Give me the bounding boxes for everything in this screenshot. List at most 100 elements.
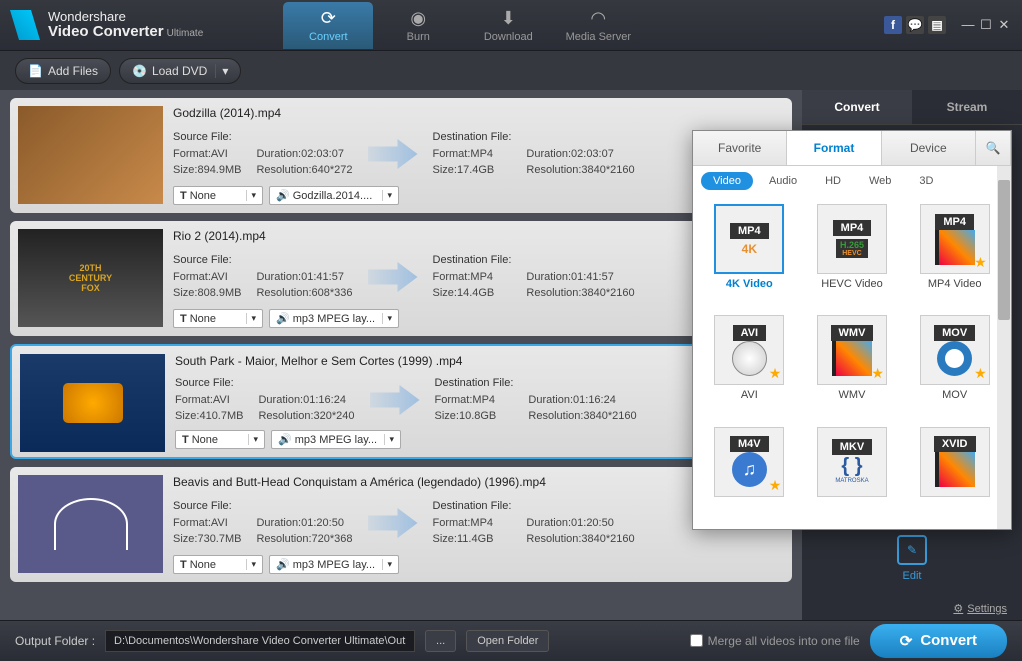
subtab-video[interactable]: Video bbox=[701, 172, 753, 190]
file-thumbnail[interactable] bbox=[18, 475, 163, 573]
nav-media-server[interactable]: ◠Media Server bbox=[553, 2, 643, 49]
main-nav: ⟳Convert ◉Burn ⬇Download ◠Media Server bbox=[283, 2, 643, 49]
edit-icon[interactable]: ✎ bbox=[897, 535, 927, 565]
format-label: AVI bbox=[701, 389, 798, 401]
file-card[interactable]: Beavis and Butt-Head Conquistam a Améric… bbox=[10, 467, 792, 582]
add-files-icon: 📄 bbox=[28, 64, 43, 78]
star-icon: ★ bbox=[769, 365, 782, 382]
source-info: Source File: Format:AVI Size:894.9MB bbox=[173, 129, 241, 179]
format-icon: MKV { }MATROSKA bbox=[817, 427, 887, 497]
settings-link[interactable]: ⚙ Settings bbox=[802, 597, 1022, 620]
format-label: MP4 Video bbox=[906, 278, 1003, 290]
dest-info: Destination File: Format:MP4 Size:11.4GB bbox=[433, 498, 512, 548]
nav-convert[interactable]: ⟳Convert bbox=[283, 2, 373, 49]
facebook-icon[interactable]: f bbox=[884, 16, 902, 34]
format-label: HEVC Video bbox=[804, 278, 901, 290]
file-card[interactable]: Godzilla (2014).mp4 Source File: Format:… bbox=[10, 98, 792, 213]
browse-button[interactable]: ... bbox=[425, 630, 456, 652]
audio-dropdown[interactable]: 🔊 mp3 MPEG lay...▾ bbox=[269, 555, 399, 574]
format-label: WMV bbox=[804, 389, 901, 401]
audio-dropdown[interactable]: 🔊 Godzilla.2014....▾ bbox=[269, 186, 399, 205]
subtitle-dropdown[interactable]: T None▾ bbox=[173, 309, 263, 328]
gear-icon: ⚙ bbox=[953, 602, 963, 615]
arrow-icon bbox=[368, 508, 418, 538]
subtab-hd[interactable]: HD bbox=[813, 172, 853, 190]
format-item[interactable]: MKV { }MATROSKA bbox=[804, 427, 901, 518]
source-info: Source File: Format:AVI Size:410.7MB bbox=[175, 375, 243, 425]
file-thumbnail[interactable] bbox=[18, 106, 163, 204]
file-card[interactable]: South Park - Maior, Melhor e Sem Cortes … bbox=[10, 344, 792, 459]
scrollbar-thumb[interactable] bbox=[998, 180, 1010, 320]
format-item[interactable]: XVID bbox=[906, 427, 1003, 518]
dest-info-2: Duration:01:41:57 Resolution:3840*2160 bbox=[526, 252, 634, 302]
format-item[interactable]: MP4 4K 4K Video bbox=[701, 204, 798, 307]
file-name: South Park - Maior, Melhor e Sem Cortes … bbox=[175, 354, 782, 368]
popup-tab-format[interactable]: Format bbox=[787, 131, 881, 165]
popup-tab-device[interactable]: Device bbox=[882, 131, 976, 165]
convert-button[interactable]: ⟳ Convert bbox=[870, 624, 1007, 658]
format-icon: XVID bbox=[920, 427, 990, 497]
star-icon: ★ bbox=[871, 365, 884, 382]
format-label: 4K Video bbox=[701, 278, 798, 290]
format-item[interactable]: MP4 H.265HEVC HEVC Video bbox=[804, 204, 901, 307]
maximize-button[interactable]: ☐ bbox=[978, 17, 994, 33]
arrow-icon bbox=[368, 139, 418, 169]
sidebar-tab-convert[interactable]: Convert bbox=[802, 90, 912, 125]
subtab-audio[interactable]: Audio bbox=[757, 172, 809, 190]
format-item[interactable]: M4V ♫ ★ bbox=[701, 427, 798, 518]
merge-checkbox-input[interactable] bbox=[690, 634, 703, 647]
dest-info: Destination File: Format:MP4 Size:14.4GB bbox=[433, 252, 512, 302]
merge-checkbox[interactable]: Merge all videos into one file bbox=[690, 634, 860, 648]
format-item[interactable]: AVI ★ AVI bbox=[701, 315, 798, 418]
subtab-3d[interactable]: 3D bbox=[907, 172, 945, 190]
arrow-icon bbox=[370, 385, 420, 415]
open-folder-button[interactable]: Open Folder bbox=[466, 630, 549, 652]
add-files-button[interactable]: 📄 Add Files bbox=[15, 58, 111, 84]
menu-icon[interactable]: ▤ bbox=[928, 16, 946, 34]
subtitle-dropdown[interactable]: T None▾ bbox=[173, 555, 263, 574]
star-icon: ★ bbox=[769, 477, 782, 494]
subtab-web[interactable]: Web bbox=[857, 172, 903, 190]
minimize-button[interactable]: — bbox=[960, 17, 976, 33]
close-button[interactable]: ✕ bbox=[996, 17, 1012, 33]
subtitle-dropdown[interactable]: T None▾ bbox=[175, 430, 265, 449]
subtitle-dropdown[interactable]: T None▾ bbox=[173, 186, 263, 205]
file-thumbnail[interactable] bbox=[20, 354, 165, 452]
scrollbar[interactable] bbox=[997, 166, 1011, 529]
dest-info: Destination File: Format:MP4 Size:17.4GB bbox=[433, 129, 512, 179]
format-item[interactable]: MP4 ★ MP4 Video bbox=[906, 204, 1003, 307]
format-icon: MP4 4K bbox=[714, 204, 784, 274]
burn-icon: ◉ bbox=[373, 8, 463, 29]
dest-info-2: Duration:01:16:24 Resolution:3840*2160 bbox=[528, 375, 636, 425]
popup-search-button[interactable]: 🔍 bbox=[976, 131, 1011, 165]
sidebar-tab-stream[interactable]: Stream bbox=[912, 90, 1022, 125]
load-dvd-button[interactable]: 💿 Load DVD ▾ bbox=[119, 58, 241, 84]
file-thumbnail[interactable]: 20THCENTURYFOX bbox=[18, 229, 163, 327]
nav-download[interactable]: ⬇Download bbox=[463, 2, 553, 49]
arrow-icon bbox=[368, 262, 418, 292]
titlebar: Wondershare Video ConverterUltimate ⟳Con… bbox=[0, 0, 1022, 50]
format-item[interactable]: MOV ★ MOV bbox=[906, 315, 1003, 418]
format-icon: WMV ★ bbox=[817, 315, 887, 385]
dest-info: Destination File: Format:MP4 Size:10.8GB bbox=[435, 375, 514, 425]
format-item[interactable]: WMV ★ WMV bbox=[804, 315, 901, 418]
format-label: MOV bbox=[906, 389, 1003, 401]
brand-name: Wondershare bbox=[48, 10, 203, 24]
audio-dropdown[interactable]: 🔊 mp3 MPEG lay...▾ bbox=[269, 309, 399, 328]
mediaserver-icon: ◠ bbox=[553, 8, 643, 29]
popup-tab-favorite[interactable]: Favorite bbox=[693, 131, 787, 165]
file-list[interactable]: Godzilla (2014).mp4 Source File: Format:… bbox=[0, 90, 802, 620]
edit-label[interactable]: Edit bbox=[817, 570, 1007, 582]
format-grid[interactable]: MP4 4K 4K Video MP4 H.265HEVC HEVC Video… bbox=[693, 196, 1011, 526]
convert-icon: ⟳ bbox=[283, 8, 373, 29]
chevron-down-icon[interactable]: ▾ bbox=[215, 64, 228, 78]
toolbar: 📄 Add Files 💿 Load DVD ▾ bbox=[0, 50, 1022, 90]
feedback-icon[interactable]: 💬 bbox=[906, 16, 924, 34]
nav-burn[interactable]: ◉Burn bbox=[373, 2, 463, 49]
source-info-2: Duration:01:16:24 Resolution:320*240 bbox=[258, 375, 354, 425]
file-card[interactable]: 20THCENTURYFOX Rio 2 (2014).mp4 Source F… bbox=[10, 221, 792, 336]
output-path-input[interactable] bbox=[105, 630, 415, 652]
audio-dropdown[interactable]: 🔊 mp3 MPEG lay...▾ bbox=[271, 430, 401, 449]
download-icon: ⬇ bbox=[463, 8, 553, 29]
format-icon: AVI ★ bbox=[714, 315, 784, 385]
